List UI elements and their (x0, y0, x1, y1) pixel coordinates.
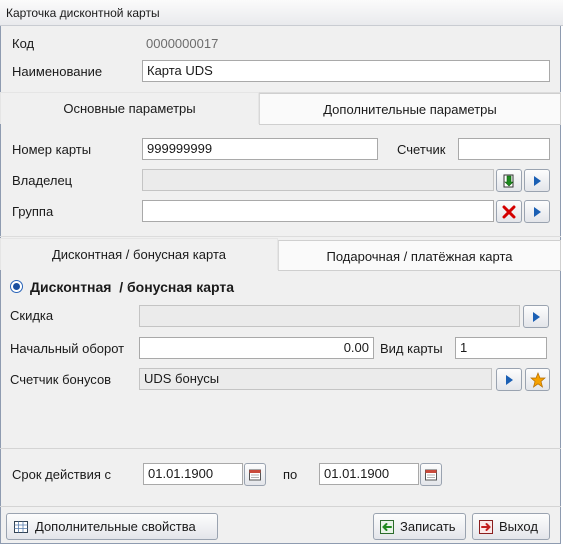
save-label: Записать (400, 519, 456, 534)
arrow-right-icon (506, 374, 513, 385)
validity-label: Срок действия с (12, 467, 111, 482)
counter-input[interactable] (458, 138, 550, 160)
card-type-input[interactable]: 1 (455, 337, 547, 359)
card-number-label: Номер карты (12, 142, 92, 157)
exit-icon (479, 519, 493, 534)
owner-pick-button[interactable] (496, 169, 522, 192)
bonus-counter-label: Счетчик бонусов (10, 372, 112, 387)
calendar-icon (425, 469, 437, 480)
code-value: 0000000017 (146, 36, 219, 51)
exit-button[interactable]: Выход (472, 513, 550, 540)
save-icon (380, 519, 394, 534)
card-number-input[interactable]: 999999999 (142, 138, 378, 160)
extra-properties-button[interactable]: Дополнительные свойства (6, 513, 218, 540)
pick-document-icon (503, 174, 514, 187)
discount-radio-label: Дисконтная / бонусная карта (30, 279, 235, 295)
arrow-right-icon (534, 175, 541, 186)
bonus-counter-star-button[interactable] (525, 368, 550, 391)
discount-label: Скидка (10, 308, 54, 323)
initial-turnover-label: Начальный оборот (10, 341, 125, 356)
window-title: Карточка дисконтной карты (0, 0, 563, 26)
group-input[interactable] (142, 200, 494, 222)
validity-from-calendar-button[interactable] (244, 463, 266, 486)
validity-to-calendar-button[interactable] (420, 463, 442, 486)
group-label: Группа (12, 204, 54, 219)
name-input[interactable]: Карта UDS (142, 60, 550, 82)
card-type-label: Вид карты (380, 341, 443, 356)
calendar-icon (249, 469, 261, 480)
name-label: Наименование (12, 64, 103, 79)
arrow-right-icon (533, 311, 540, 322)
group-select-button[interactable] (524, 200, 550, 223)
validity-to-input[interactable]: 01.01.1900 (319, 463, 419, 485)
counter-label: Счетчик (397, 142, 446, 157)
group-clear-button[interactable] (496, 200, 522, 223)
bonus-counter-select-button[interactable] (496, 368, 522, 391)
tab-main-params[interactable]: Основные параметры (0, 92, 259, 124)
discount-radio[interactable] (10, 280, 23, 293)
validity-to-label: по (283, 467, 298, 482)
exit-label: Выход (499, 519, 538, 534)
initial-turnover-input[interactable]: 0.00 (139, 337, 374, 359)
tab-discount-card[interactable]: Дисконтная / бонусная карта (0, 238, 278, 270)
code-label: Код (12, 36, 35, 51)
validity-from-input[interactable]: 01.01.1900 (143, 463, 243, 485)
star-icon (529, 371, 546, 388)
tab-extra-params[interactable]: Дополнительные параметры (259, 93, 561, 124)
owner-label: Владелец (12, 173, 73, 188)
tab-gift-card[interactable]: Подарочная / платёжная карта (278, 240, 561, 270)
arrow-right-icon (534, 206, 541, 217)
owner-input[interactable] (142, 169, 494, 191)
properties-grid-icon (14, 520, 28, 533)
discount-input[interactable] (139, 305, 520, 327)
owner-select-button[interactable] (524, 169, 550, 192)
save-button[interactable]: Записать (373, 513, 466, 540)
red-x-icon (502, 205, 516, 218)
extra-properties-label: Дополнительные свойства (35, 519, 196, 534)
bonus-counter-input[interactable]: UDS бонусы (139, 368, 492, 390)
discount-select-button[interactable] (523, 305, 549, 328)
